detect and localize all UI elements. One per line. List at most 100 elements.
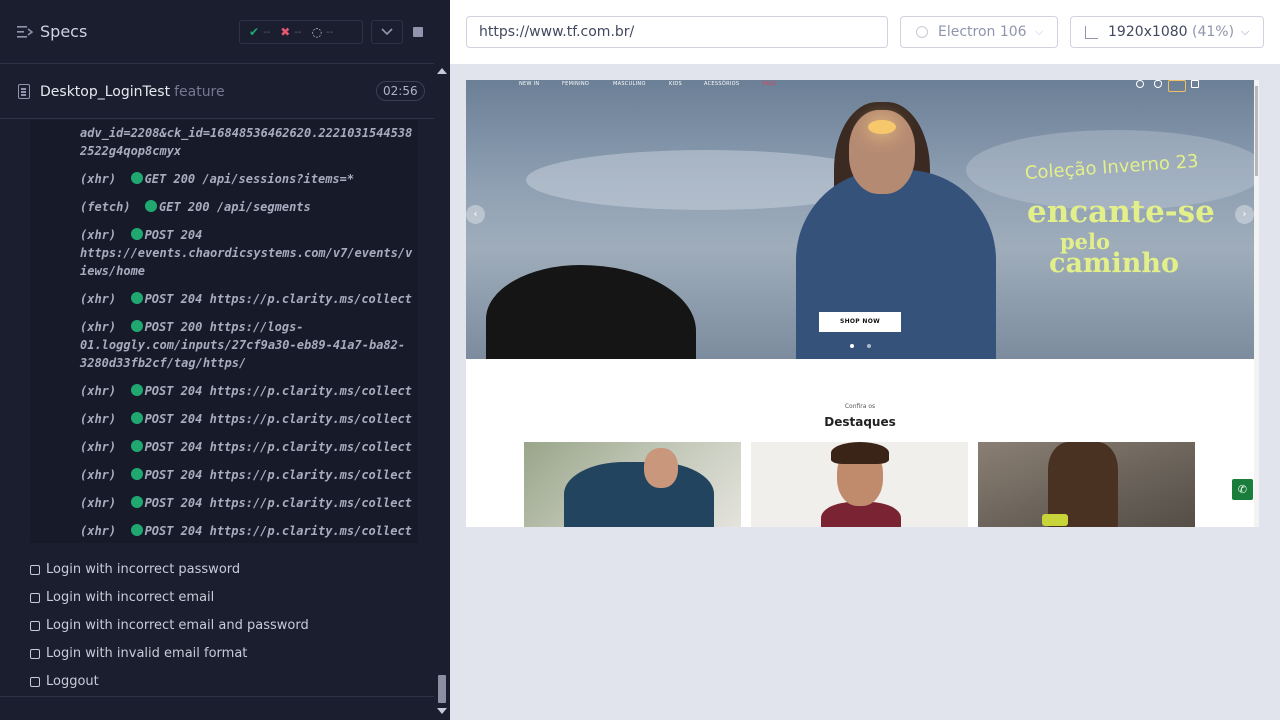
log-entry[interactable]: (xhr) POST 200 https://logs- (80, 318, 416, 336)
card-hair (831, 442, 889, 464)
log-text: POST 200 https://logs- (144, 320, 304, 334)
chevron-down-icon: ⌵ (1241, 25, 1250, 38)
scroll-down-arrow-icon[interactable] (437, 708, 447, 714)
log-text: iews/home (80, 264, 146, 278)
carousel-dot[interactable] (850, 344, 854, 348)
x-icon: ✖ (280, 25, 291, 39)
search-icon[interactable] (1136, 80, 1144, 88)
spec-kind: feature (174, 84, 225, 100)
log-type: (xhr) (80, 320, 131, 334)
nav-masculino[interactable]: MASCULINO (613, 81, 646, 87)
command-log[interactable]: adv_id=2208&ck_id=16848536462620.2221031… (30, 120, 418, 543)
headlamp-light (868, 120, 896, 134)
test-item[interactable]: Login with incorrect email and password (30, 618, 309, 633)
log-type: (xhr) (80, 440, 131, 454)
status-dot-icon (130, 412, 143, 424)
shop-now-button[interactable]: SHOP NOW (819, 312, 901, 332)
status-dot-icon (145, 200, 158, 212)
scroll-up-arrow-icon[interactable] (437, 68, 447, 74)
test-item[interactable]: Login with incorrect password (30, 562, 240, 577)
log-entry: 2522g4qop8cmyx (80, 142, 416, 160)
spec-filename: Desktop_LoginTest (40, 84, 171, 100)
log-text: GET 200 /api/sessions?items=* (144, 172, 355, 186)
log-entry[interactable]: (xhr) POST 204 (80, 226, 416, 244)
status-dot-icon (130, 228, 143, 240)
reporter-scrollbar[interactable] (434, 64, 450, 720)
pending-count: -- (326, 26, 334, 38)
test-title: Login with invalid email format (46, 646, 248, 661)
log-text: https://events.chaordicsystems.com/v7/ev… (80, 246, 413, 260)
aut-header: https://www.tf.com.br/ Electron 106 ⌵ 19… (450, 0, 1280, 64)
promo-headline: encante-se (1027, 194, 1215, 230)
test-title: Loggout (46, 674, 99, 689)
reporter-panel: Specs ✔ -- ✖ -- ◌ -- Desktop_LoginTest featu… (0, 0, 450, 720)
status-dot-icon (130, 496, 143, 508)
bag-icon[interactable] (1191, 80, 1199, 88)
stop-icon (413, 27, 423, 37)
carousel-next-icon[interactable]: › (1235, 205, 1254, 224)
site-scroll-thumb[interactable] (1255, 86, 1258, 176)
status-dot-icon (130, 524, 143, 536)
nav-new-in[interactable]: NEW IN (519, 81, 539, 87)
log-text: POST 204 https://p.clarity.ms/collect (144, 384, 412, 398)
log-text: POST 204 https://p.clarity.ms/collect (144, 412, 412, 426)
nav-kids[interactable]: KIDS (669, 81, 682, 87)
log-type: (xhr) (80, 496, 131, 510)
section-title: Destaques (824, 415, 896, 429)
status-dot-icon (130, 172, 143, 184)
status-dot-icon (130, 440, 143, 452)
test-item[interactable]: Login with invalid email format (30, 646, 247, 661)
auto-scroll-button[interactable] (371, 20, 403, 44)
viewport-zoom: (41%) (1192, 24, 1235, 40)
featured-card-boots[interactable] (978, 442, 1195, 527)
log-entry[interactable]: (xhr) GET 200 /api/sessions?items=* (80, 170, 416, 188)
checkbox-icon (30, 592, 40, 603)
log-type: (xhr) (80, 172, 131, 186)
log-entry[interactable]: (xhr) POST 204 https://p.clarity.ms/coll… (80, 290, 416, 308)
log-entry[interactable]: (xhr) POST 204 https://p.clarity.ms/coll… (80, 494, 416, 512)
stop-button[interactable] (402, 20, 434, 44)
divider (0, 696, 434, 697)
carousel-prev-icon[interactable]: ‹ (466, 205, 485, 224)
test-item[interactable]: Loggout (30, 674, 99, 689)
viewport-selector[interactable]: 1920x1080 (41%) ⌵ (1070, 16, 1264, 48)
log-type: (xhr) (80, 412, 131, 426)
log-entry[interactable]: (xhr) POST 204 https://p.clarity.ms/coll… (80, 522, 416, 540)
spec-header[interactable]: Desktop_LoginTest feature 02:56 (0, 65, 434, 119)
site-scrollbar[interactable] (1254, 80, 1259, 527)
featured-card-women[interactable] (524, 442, 741, 527)
nav-acessorios[interactable]: ACESSÓRIOS (704, 81, 739, 87)
viewport-size: 1920x1080 (1108, 24, 1188, 40)
specs-list-icon[interactable] (17, 25, 33, 39)
scroll-thumb[interactable] (438, 675, 446, 703)
log-type: (xhr) (80, 384, 131, 398)
log-entry: 01.loggly.com/inputs/27cf9a30-eb89-41a7-… (80, 336, 416, 354)
log-entry[interactable]: (xhr) POST 204 https://p.clarity.ms/coll… (80, 410, 416, 428)
carousel-dot[interactable] (867, 344, 871, 348)
hero-banner[interactable]: NEW IN FEMININO MASCULINO KIDS ACESSÓRIO… (466, 80, 1254, 359)
url-bar[interactable]: https://www.tf.com.br/ (466, 16, 888, 48)
nav-sale[interactable]: SALE (762, 81, 776, 87)
test-item[interactable]: Login with incorrect email (30, 590, 214, 605)
site-nav: NEW IN FEMININO MASCULINO KIDS ACESSÓRIO… (466, 80, 1254, 92)
log-text: 01.loggly.com/inputs/27cf9a30-eb89-41a7-… (80, 338, 406, 352)
chevron-down-icon: ⌵ (1035, 25, 1044, 38)
log-entry[interactable]: (xhr) POST 204 https://p.clarity.ms/coll… (80, 382, 416, 400)
log-entry[interactable]: (xhr) POST 204 https://p.clarity.ms/coll… (80, 466, 416, 484)
log-text: POST 204 https://p.clarity.ms/collect (144, 496, 412, 510)
log-entry[interactable]: (xhr) POST 204 https://p.clarity.ms/coll… (80, 438, 416, 456)
log-entry[interactable]: (fetch) GET 200 /api/segments (80, 198, 416, 216)
spec-duration: 02:56 (376, 81, 425, 101)
nav-feminino[interactable]: FEMININO (562, 81, 589, 87)
log-text: POST 204 https://p.clarity.ms/collect (144, 524, 412, 538)
log-text: 3280d33fb2cf/tag/https/ (80, 356, 247, 370)
spinner-icon: ◌ (311, 25, 323, 39)
featured-card-kids[interactable] (751, 442, 968, 527)
whatsapp-icon[interactable]: ✆ (1232, 479, 1253, 500)
user-icon[interactable] (1168, 80, 1186, 92)
document-icon (18, 84, 30, 99)
browser-selector[interactable]: Electron 106 ⌵ (900, 16, 1058, 48)
heart-icon[interactable] (1154, 80, 1162, 88)
checkbox-icon (30, 564, 40, 575)
passed-count: -- (263, 26, 271, 38)
